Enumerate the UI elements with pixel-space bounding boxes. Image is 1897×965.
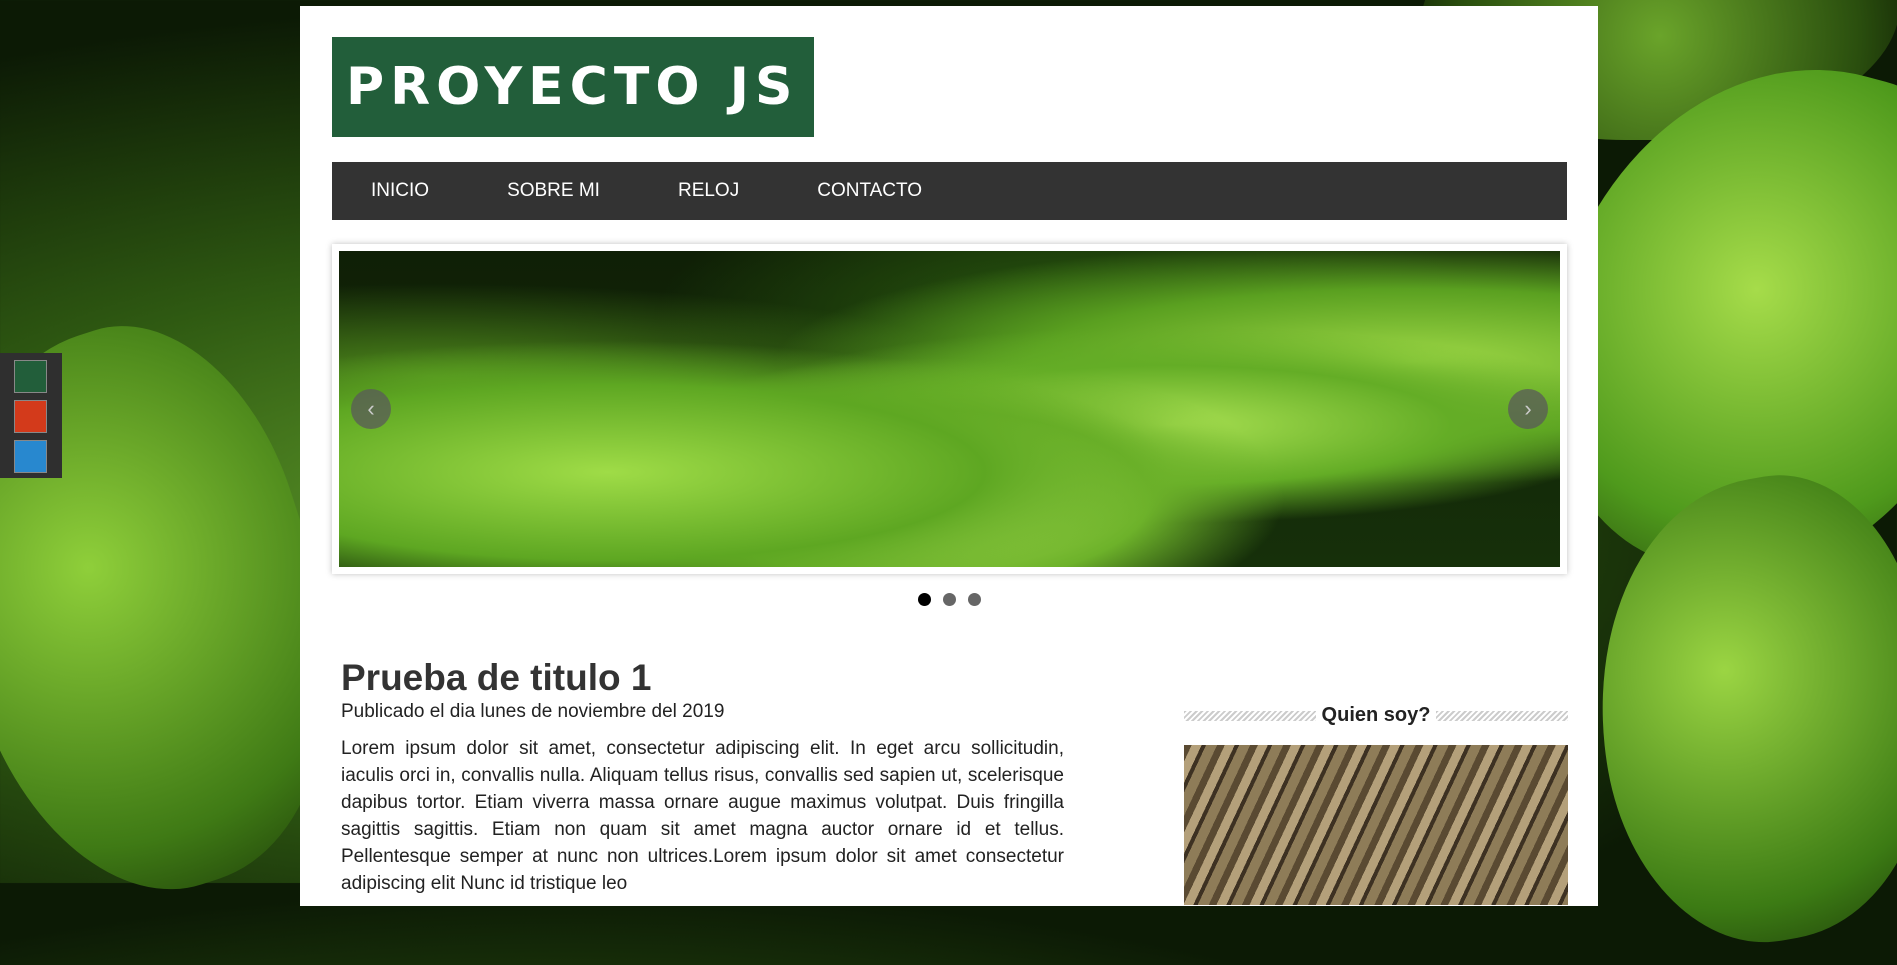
slider-dot[interactable] bbox=[967, 593, 981, 606]
background-leaf bbox=[1562, 454, 1897, 965]
article-title[interactable]: Prueba de titulo 1 bbox=[341, 656, 1064, 700]
sidebar: Quien soy? bbox=[1184, 704, 1568, 905]
slider-next-arrow-icon[interactable]: › bbox=[1508, 389, 1548, 429]
slider-dot[interactable] bbox=[917, 593, 931, 606]
theme-switcher bbox=[0, 353, 62, 478]
nav-item-contacto[interactable]: CONTACTO bbox=[778, 162, 961, 220]
heading-stripe bbox=[1436, 710, 1568, 721]
slider-prev-arrow-icon[interactable]: ‹ bbox=[351, 389, 391, 429]
theme-swatch-green[interactable] bbox=[14, 360, 47, 393]
main-nav: INICIO SOBRE MI RELOJ CONTACTO bbox=[332, 162, 1567, 220]
article-date: Publicado el dia lunes de noviembre del … bbox=[341, 701, 725, 722]
site-logo[interactable]: PROYECTO JS bbox=[332, 37, 814, 137]
theme-swatch-red[interactable] bbox=[14, 400, 47, 433]
page-container: PROYECTO JS INICIO SOBRE MI RELOJ CONTAC… bbox=[300, 6, 1598, 906]
article: Prueba de titulo 1 Publicado el dia lune… bbox=[341, 656, 1064, 916]
image-slider: ‹ › bbox=[332, 244, 1567, 574]
sidebar-heading-text: Quien soy? bbox=[1321, 704, 1431, 726]
about-me-image bbox=[1184, 745, 1568, 905]
theme-swatch-blue[interactable] bbox=[14, 440, 47, 473]
nav-item-inicio[interactable]: INICIO bbox=[332, 162, 468, 220]
heading-stripe bbox=[1184, 710, 1316, 721]
sidebar-heading: Quien soy? bbox=[1184, 704, 1568, 727]
slider-dot[interactable] bbox=[942, 593, 956, 606]
nav-item-reloj[interactable]: RELOJ bbox=[639, 162, 778, 220]
nav-item-sobre-mi[interactable]: SOBRE MI bbox=[468, 162, 639, 220]
slide-image: ‹ › bbox=[339, 251, 1560, 567]
article-body: Lorem ipsum dolor sit amet, consectetur … bbox=[341, 738, 1064, 894]
slider-pager bbox=[300, 593, 1598, 606]
